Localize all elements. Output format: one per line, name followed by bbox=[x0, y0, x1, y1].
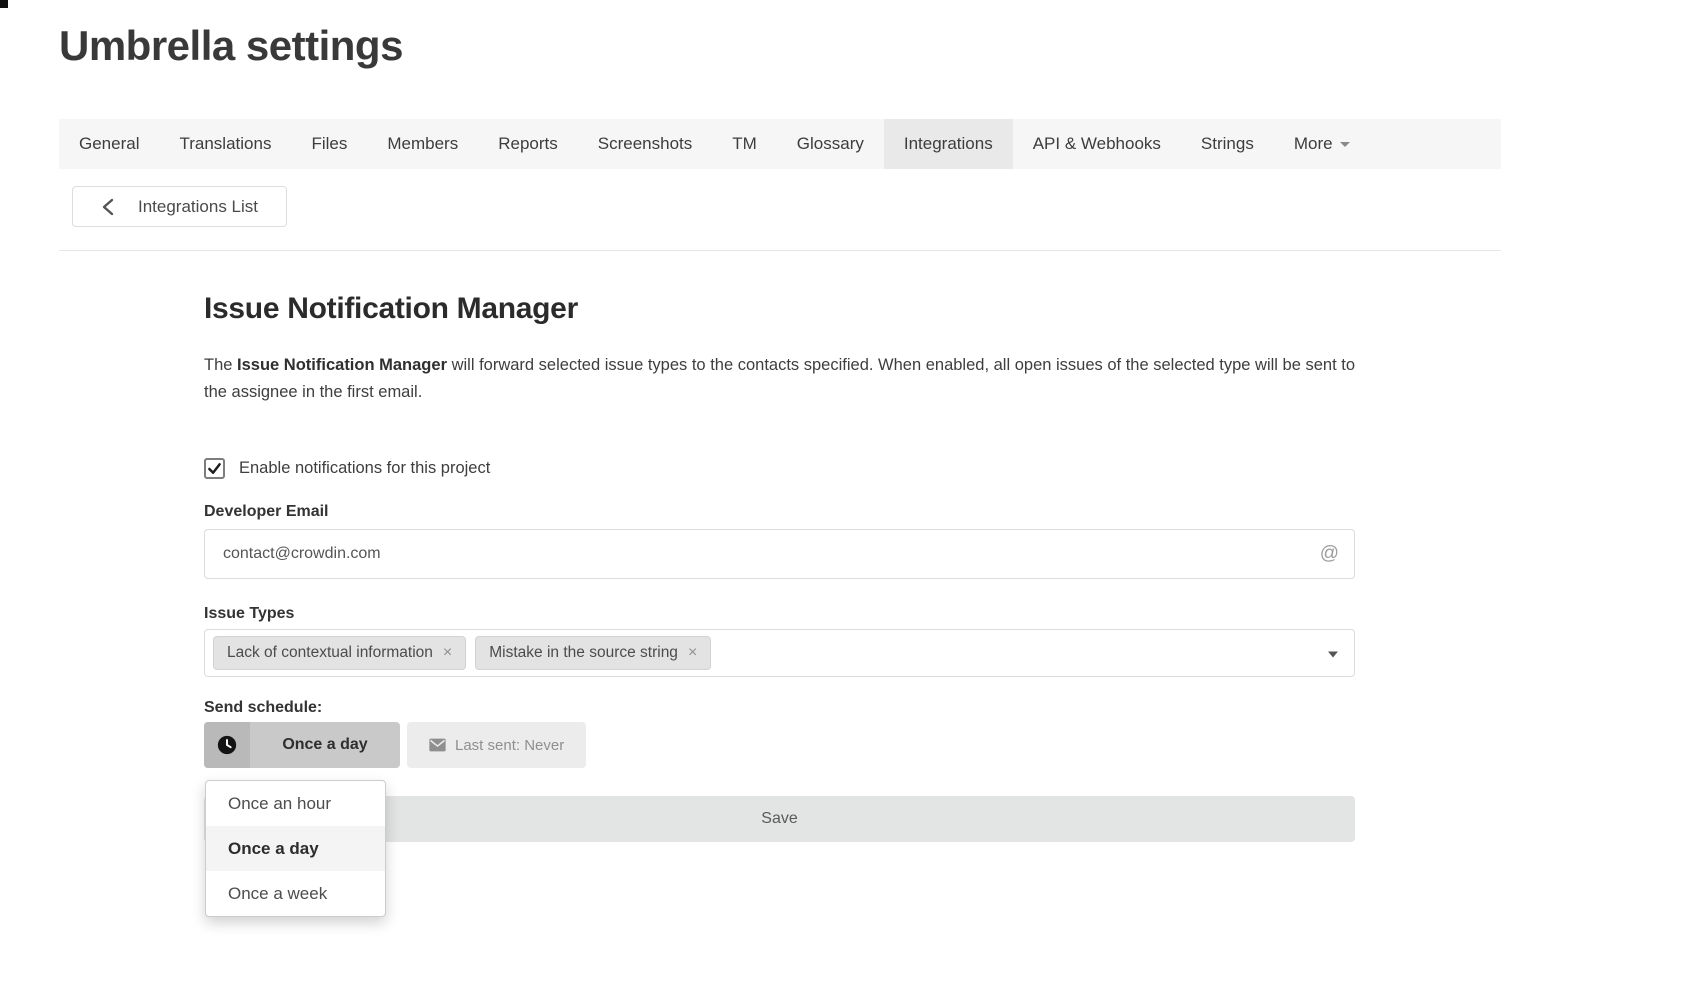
schedule-dropdown-button[interactable]: Once a day bbox=[204, 722, 400, 768]
integration-description: The Issue Notification Manager will forw… bbox=[204, 352, 1355, 406]
clock-icon bbox=[216, 734, 238, 756]
page-title: Umbrella settings bbox=[59, 22, 403, 70]
developer-email-label: Developer Email bbox=[204, 503, 1355, 521]
schedule-dropdown-menu: Once an hour Once a day Once a week bbox=[205, 780, 386, 917]
tab-members[interactable]: Members bbox=[367, 119, 478, 169]
checkmark-icon bbox=[207, 461, 222, 476]
enable-notifications-checkbox[interactable] bbox=[204, 458, 225, 479]
schedule-option-once-a-week[interactable]: Once a week bbox=[206, 871, 385, 916]
tab-strings[interactable]: Strings bbox=[1181, 119, 1274, 169]
tab-general[interactable]: General bbox=[59, 119, 159, 169]
chevron-down-icon bbox=[1340, 142, 1350, 147]
tab-integrations[interactable]: Integrations bbox=[884, 119, 1013, 169]
tab-glossary[interactable]: Glossary bbox=[777, 119, 884, 169]
tab-screenshots[interactable]: Screenshots bbox=[578, 119, 713, 169]
chevron-left-icon bbox=[101, 198, 116, 216]
section-divider bbox=[59, 250, 1501, 251]
envelope-icon bbox=[429, 738, 446, 752]
remove-tag-icon[interactable]: × bbox=[688, 645, 697, 661]
issue-type-tag: Lack of contextual information × bbox=[213, 636, 466, 670]
at-sign-icon: @ bbox=[1320, 543, 1339, 565]
enable-notifications-label[interactable]: Enable notifications for this project bbox=[239, 459, 490, 478]
issue-type-tag-label: Mistake in the source string bbox=[489, 644, 678, 662]
schedule-icon-segment bbox=[204, 722, 250, 768]
issue-types-label: Issue Types bbox=[204, 605, 1355, 623]
description-prefix: The bbox=[204, 356, 237, 374]
settings-page: Umbrella settings General Translations F… bbox=[0, 0, 1694, 1000]
integration-heading: Issue Notification Manager bbox=[204, 292, 1355, 326]
schedule-row: Once a day Last sent: Never Once an hour… bbox=[204, 722, 1355, 768]
settings-tabbar: General Translations Files Members Repor… bbox=[59, 119, 1501, 169]
developer-email-input[interactable] bbox=[204, 529, 1355, 579]
enable-notifications-row: Enable notifications for this project bbox=[204, 458, 1355, 479]
issue-type-tag-label: Lack of contextual information bbox=[227, 644, 433, 662]
last-sent-status: Last sent: Never bbox=[407, 722, 586, 768]
tab-tm[interactable]: TM bbox=[712, 119, 777, 169]
schedule-option-once-a-day[interactable]: Once a day bbox=[206, 826, 385, 871]
schedule-button-label: Once a day bbox=[250, 722, 400, 768]
back-button-label: Integrations List bbox=[138, 197, 258, 217]
chevron-down-icon[interactable] bbox=[1328, 652, 1338, 658]
integrations-list-back-button[interactable]: Integrations List bbox=[72, 186, 287, 227]
issue-type-tag: Mistake in the source string × bbox=[475, 636, 711, 670]
tab-translations[interactable]: Translations bbox=[159, 119, 291, 169]
tab-files[interactable]: Files bbox=[291, 119, 367, 169]
tab-more-label: More bbox=[1294, 134, 1333, 154]
remove-tag-icon[interactable]: × bbox=[443, 645, 452, 661]
screen-corner-artifact bbox=[0, 0, 8, 8]
integration-panel: Issue Notification Manager The Issue Not… bbox=[204, 292, 1355, 842]
developer-email-wrap: @ bbox=[204, 529, 1355, 579]
description-bold: Issue Notification Manager bbox=[237, 356, 447, 374]
tab-more[interactable]: More bbox=[1274, 119, 1370, 169]
schedule-option-once-an-hour[interactable]: Once an hour bbox=[206, 781, 385, 826]
tab-reports[interactable]: Reports bbox=[478, 119, 578, 169]
last-sent-label: Last sent: Never bbox=[455, 737, 564, 754]
issue-types-select[interactable]: Lack of contextual information × Mistake… bbox=[204, 629, 1355, 677]
tab-api-webhooks[interactable]: API & Webhooks bbox=[1013, 119, 1181, 169]
send-schedule-label: Send schedule: bbox=[204, 699, 1355, 717]
